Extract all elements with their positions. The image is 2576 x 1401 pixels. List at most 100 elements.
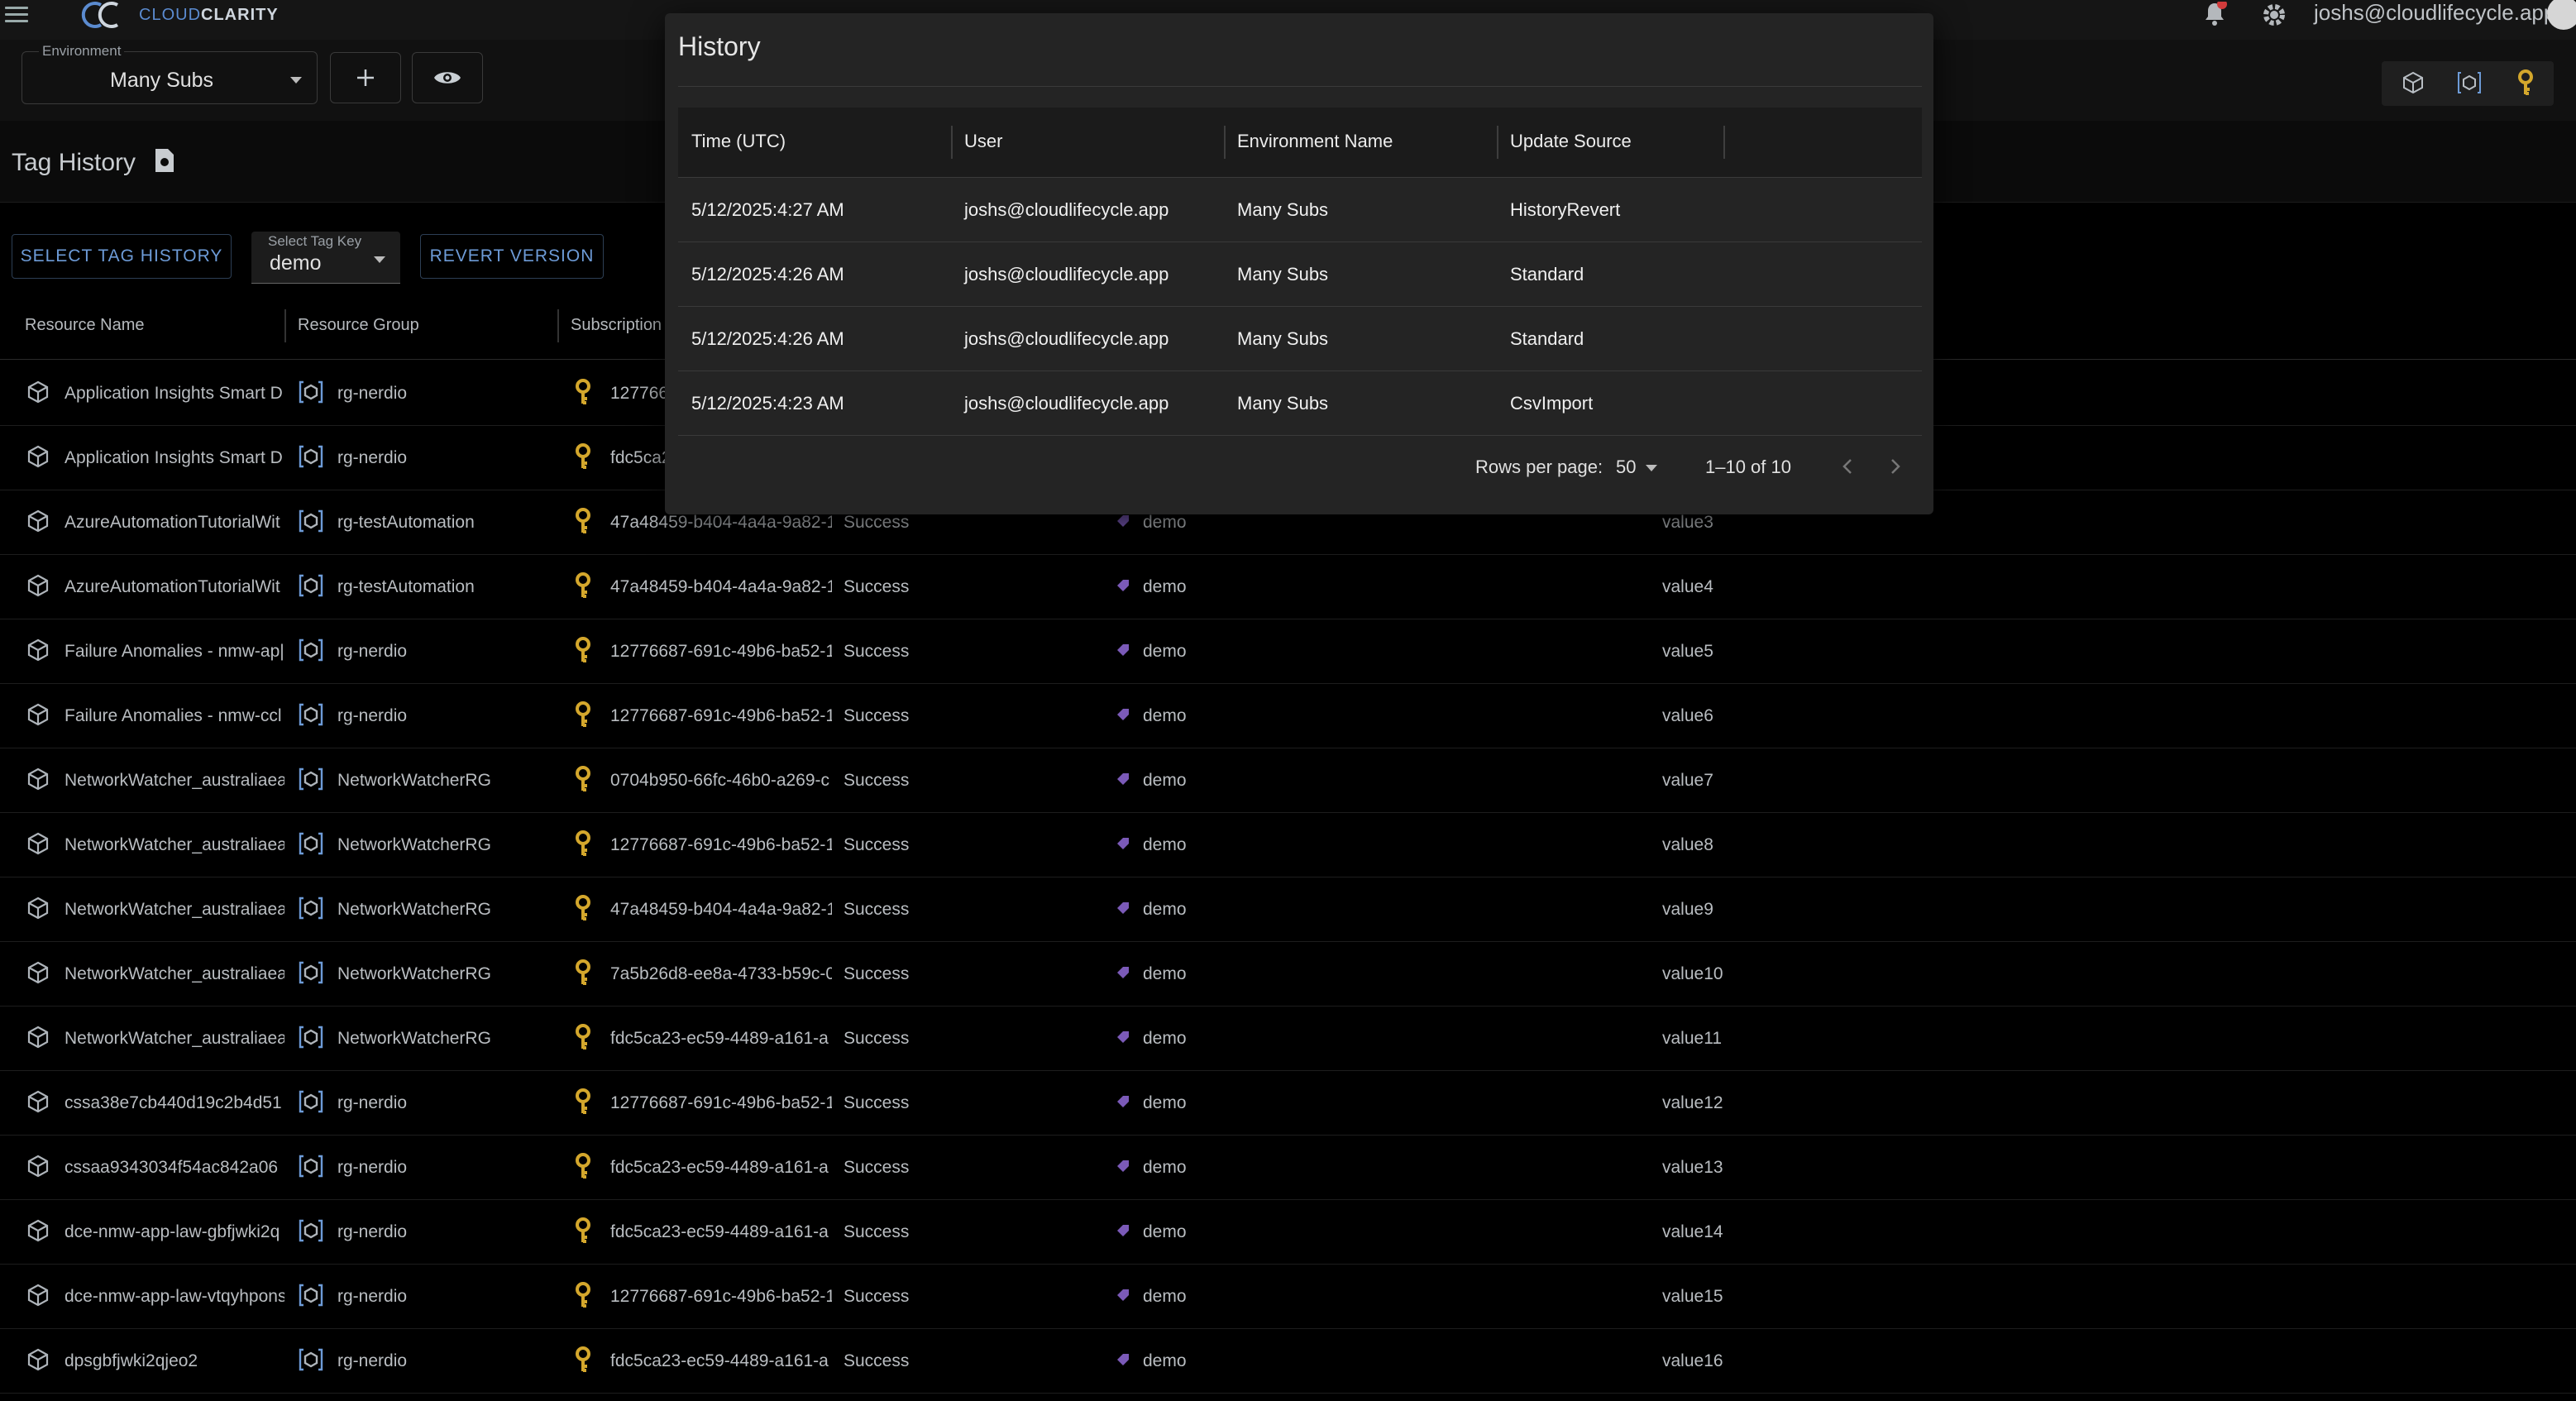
view-environment-button[interactable] [412,52,483,103]
subscription-key-icon [572,1024,594,1050]
table-row[interactable]: NetworkWatcher_australiaea NetworkWatcher… [0,941,2576,1007]
resource-cube-icon [25,766,51,792]
add-environment-button[interactable] [330,52,401,103]
chevron-down-icon [290,77,302,84]
column-header-update-source[interactable]: Update Source [1510,131,1632,152]
plus-icon [357,69,374,86]
next-page-button[interactable] [1887,457,1904,481]
tag-value: value15 [1662,1287,1723,1306]
settings-gear-icon[interactable] [2259,0,2289,30]
rows-per-page-select[interactable]: 50 [1616,457,1657,478]
resource-cube-icon [25,379,51,405]
resource-group: rg-nerdio [337,1287,408,1306]
history-dialog: History Time (UTC) User Environment Name… [665,13,1933,514]
subscription-id: 12776687-691c-49b6-ba52-1 [610,1287,832,1306]
eye-icon [434,72,461,84]
subscription-key-icon [572,959,594,986]
resource-cube-icon [25,572,51,599]
column-header-resource-name[interactable]: Resource Name [25,316,145,335]
history-user: joshs@cloudlifecycle.app [964,199,1169,220]
table-row[interactable]: cssa38e7cb440d19c2b4d51 rg-nerdio 12776687… [0,1070,2576,1136]
notifications-bell-icon[interactable] [2200,0,2230,30]
table-row[interactable]: dce-nmw-app-law-vtqyhpons rg-nerdio 127766… [0,1264,2576,1329]
table-row[interactable]: Failure Anomalies - nmw-ccl rg-nerdio 1277… [0,683,2576,748]
table-row[interactable]: dpsgbfjwki2qjeo2 rg-nerdio fdc5ca23-ec59-4… [0,1328,2576,1394]
subscription-key-icon [572,1282,594,1308]
column-header-subscription[interactable]: Subscription [571,316,670,335]
resource-cube-icon [25,895,51,921]
status-text: Success [844,642,910,661]
history-environment: Many Subs [1237,264,1329,285]
previous-page-button[interactable] [1839,457,1856,481]
resource-cube-icon [25,637,51,663]
column-header-user[interactable]: User [964,131,1002,152]
rows-per-page-value: 50 [1616,457,1637,477]
chevron-down-icon [1646,465,1657,471]
tag-key: demo [1143,900,1187,919]
subscription-key-icon [572,572,594,599]
revert-version-button[interactable]: REVERT VERSION [420,234,604,279]
column-separator[interactable] [951,126,953,159]
select-tag-history-button[interactable]: SELECT TAG HISTORY [12,234,232,279]
resource-group-icon[interactable] [2454,68,2484,98]
tag-key-select[interactable]: Select Tag Key demo [251,232,400,284]
subscription-id: fdc5ca23-ec59-4489-a161-a [610,1222,829,1241]
history-time: 5/12/2025:4:27 AM [691,199,844,220]
table-row[interactable]: Failure Anomalies - nmw-ap| rg-nerdio 1277… [0,619,2576,684]
history-time: 5/12/2025:4:23 AM [691,393,844,414]
resource-cube-icon [25,959,51,986]
resource-cube-icon[interactable] [2398,68,2428,98]
history-row[interactable]: 5/12/2025:4:23 AM joshs@cloudlifecycle.ap… [678,371,1922,436]
subscription-key-icon[interactable] [2511,68,2540,98]
tag-icon [1116,514,1130,528]
resource-name: NetworkWatcher_australiaea [65,900,284,919]
tag-icon [1116,1030,1130,1044]
tag-value: value4 [1662,577,1713,596]
status-text: Success [844,771,910,790]
subscription-id: 47a48459-b404-4a4a-9a82-1 [610,900,832,919]
export-file-icon[interactable] [154,147,175,178]
user-email[interactable]: joshs@cloudlifecycle.app [2314,0,2555,26]
table-row[interactable]: dce-nmw-app-law-gbfjwki2q rg-nerdio fdc5ca… [0,1199,2576,1265]
status-text: Success [844,1093,910,1112]
table-row[interactable]: NetworkWatcher_australiaea NetworkWatcher… [0,748,2576,813]
column-header-environment-name[interactable]: Environment Name [1237,131,1393,152]
column-header-time[interactable]: Time (UTC) [691,131,786,152]
history-row[interactable]: 5/12/2025:4:27 AM joshs@cloudlifecycle.ap… [678,178,1922,242]
table-row[interactable]: NetworkWatcher_australiaea NetworkWatcher… [0,1006,2576,1071]
resource-cube-icon [25,1217,51,1244]
column-separator[interactable] [1497,126,1498,159]
history-table-body: 5/12/2025:4:27 AM joshs@cloudlifecycle.ap… [678,178,1922,436]
tag-icon [1116,1095,1130,1108]
table-row[interactable]: NetworkWatcher_australiaea NetworkWatcher… [0,812,2576,877]
resource-group-icon [298,379,324,405]
history-row[interactable]: 5/12/2025:4:26 AM joshs@cloudlifecycle.ap… [678,242,1922,307]
column-header-resource-group[interactable]: Resource Group [298,316,419,335]
table-row[interactable]: AzureAutomationTutorialWit rg-testAutomat… [0,554,2576,619]
column-separator[interactable] [557,309,559,342]
tag-icon [1116,837,1130,850]
history-time: 5/12/2025:4:26 AM [691,264,844,285]
table-row[interactable]: cssaa9343034f54ac842a06 rg-nerdio fdc5ca23… [0,1135,2576,1200]
resource-name: Failure Anomalies - nmw-ccl [65,706,282,725]
status-text: Success [844,706,910,725]
page-title: Tag History [12,149,136,176]
subscription-id: fdc5ca23-ec59-4489-a161-a [610,1351,829,1370]
column-separator[interactable] [1723,126,1725,159]
resource-cube-icon [25,1153,51,1179]
table-row[interactable]: NetworkWatcher_australiaea NetworkWatcher… [0,877,2576,942]
resource-group-icon [298,766,324,792]
environment-select[interactable]: Environment Many Subs [22,43,318,104]
resource-group: rg-testAutomation [337,577,475,596]
menu-icon[interactable] [5,7,28,22]
resource-group-icon [298,572,324,599]
resource-name: NetworkWatcher_australiaea [65,771,284,790]
tag-icon [1116,708,1130,721]
history-row[interactable]: 5/12/2025:4:26 AM joshs@cloudlifecycle.ap… [678,307,1922,371]
column-separator[interactable] [1224,126,1226,159]
resource-name: NetworkWatcher_australiaea [65,964,284,983]
chevron-left-icon [1842,459,1852,474]
column-separator[interactable] [284,309,286,342]
resource-group-icon [298,508,324,534]
resource-cube-icon [25,830,51,857]
